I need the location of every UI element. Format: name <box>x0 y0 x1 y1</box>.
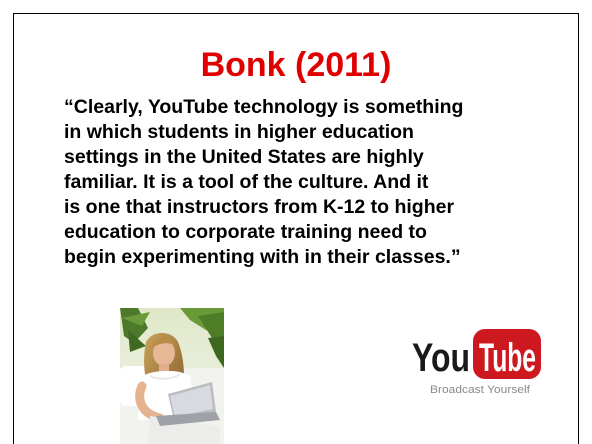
youtube-logo-you: You <box>412 336 470 380</box>
youtube-logo: You Tube Broadcast Yourself <box>412 323 542 396</box>
slide: Bonk (2011) “Clearly, YouTube technology… <box>0 0 592 444</box>
quote-text: “Clearly, YouTube technology is somethin… <box>64 96 464 268</box>
slide-title: Bonk (2011) <box>200 46 392 84</box>
youtube-logo-graphic: You Tube Broadcast Yourself <box>412 329 541 396</box>
woman-with-laptop-photo <box>120 308 224 444</box>
photo-illustration <box>120 308 224 444</box>
youtube-logo-tube: Tube <box>479 336 536 380</box>
youtube-tagline: Broadcast Yourself <box>430 384 531 395</box>
